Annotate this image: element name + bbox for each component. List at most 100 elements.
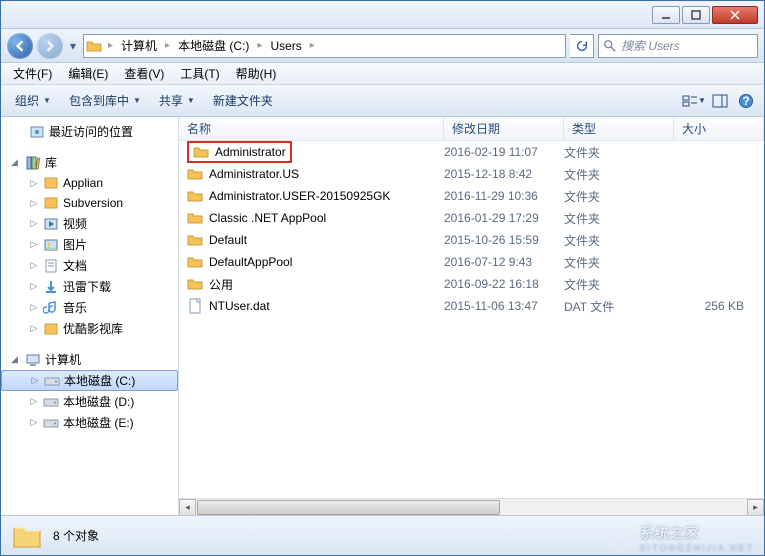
tree-library-item[interactable]: ▷图片: [1, 234, 178, 255]
menu-file[interactable]: 文件(F): [5, 63, 60, 84]
svg-text:?: ?: [742, 94, 749, 108]
collapse-icon[interactable]: ◢: [11, 354, 21, 365]
scroll-track[interactable]: [196, 499, 747, 516]
organize-button[interactable]: 组织▼: [7, 88, 59, 113]
file-row[interactable]: Administrator2016-02-19 11:07文件夹: [179, 141, 764, 163]
file-date: 2015-10-26 15:59: [444, 233, 564, 247]
file-name: 公用: [209, 276, 233, 293]
tree-label: 优酷影视库: [63, 320, 123, 337]
horizontal-scrollbar[interactable]: ◂ ▸: [179, 498, 764, 515]
menu-tools[interactable]: 工具(T): [172, 63, 227, 84]
tree-recent-places[interactable]: 最近访问的位置: [1, 121, 178, 142]
tree-drive-item[interactable]: ▷本地磁盘 (D:): [1, 391, 178, 412]
help-button[interactable]: ?: [734, 89, 758, 113]
tree-drive-item[interactable]: ▷本地磁盘 (C:): [1, 370, 178, 391]
file-size: 256 KB: [674, 299, 764, 313]
tree-library-item[interactable]: ▷ 文档: [1, 255, 178, 276]
drive-icon: [43, 415, 59, 431]
file-row[interactable]: DefaultAppPool2016-07-12 9:43文件夹: [179, 251, 764, 273]
scroll-left-button[interactable]: ◂: [179, 499, 196, 516]
tree-libraries[interactable]: ◢ 库: [1, 152, 178, 173]
tree-library-item[interactable]: ▷ 迅雷下载: [1, 276, 178, 297]
expand-icon[interactable]: ▷: [29, 396, 39, 407]
tree-library-item[interactable]: ▷音乐: [1, 297, 178, 318]
tree-library-item[interactable]: ▷视频: [1, 213, 178, 234]
folder-icon: [193, 144, 209, 160]
library-item-icon: [43, 175, 59, 191]
file-row[interactable]: NTUser.dat2015-11-06 13:47DAT 文件256 KB: [179, 295, 764, 317]
tree-drive-item[interactable]: ▷本地磁盘 (E:): [1, 412, 178, 433]
address-bar[interactable]: ▸ 计算机▸ 本地磁盘 (C:)▸ Users▸: [83, 34, 566, 58]
file-row[interactable]: Administrator.US2015-12-18 8:42文件夹: [179, 163, 764, 185]
navigation-bar: ▾ ▸ 计算机▸ 本地磁盘 (C:)▸ Users▸ 搜索 Users: [1, 29, 764, 63]
menu-edit[interactable]: 编辑(E): [60, 63, 116, 84]
column-size[interactable]: 大小: [674, 117, 764, 141]
command-bar: 组织▼ 包含到库中▼ 共享▼ 新建文件夹 ▼ ?: [1, 85, 764, 117]
close-button[interactable]: [712, 6, 758, 24]
expand-icon[interactable]: ▷: [30, 375, 40, 386]
file-date: 2015-11-06 13:47: [444, 299, 564, 313]
breadcrumb-computer[interactable]: 计算机: [115, 35, 163, 57]
file-row[interactable]: Administrator.USER-20150925GK2016-11-29 …: [179, 185, 764, 207]
expand-icon[interactable]: ▷: [29, 417, 39, 428]
status-count: 8 个对象: [53, 527, 99, 544]
expand-icon[interactable]: ▷: [29, 281, 39, 292]
file-row[interactable]: 公用2016-09-22 16:18文件夹: [179, 273, 764, 295]
tree-label: 最近访问的位置: [49, 123, 133, 140]
tree-label: 迅雷下载: [63, 278, 111, 295]
share-button[interactable]: 共享▼: [151, 88, 203, 113]
file-name: Classic .NET AppPool: [209, 211, 326, 225]
watermark-en: XITONGZHIJIA.NET: [640, 543, 754, 553]
expand-icon[interactable]: ▷: [29, 198, 39, 209]
column-date[interactable]: 修改日期: [444, 117, 564, 141]
expand-icon[interactable]: ▷: [29, 178, 39, 189]
library-item-icon: [43, 258, 59, 274]
column-type[interactable]: 类型: [564, 117, 674, 141]
include-in-library-button[interactable]: 包含到库中▼: [61, 88, 149, 113]
expand-icon[interactable]: ▷: [29, 218, 39, 229]
library-item-icon: [43, 216, 59, 232]
file-date: 2016-11-29 10:36: [444, 189, 564, 203]
search-box[interactable]: 搜索 Users: [598, 34, 758, 58]
library-item-icon: [43, 321, 59, 337]
nav-back-button[interactable]: [7, 33, 33, 59]
watermark-icon: [606, 524, 634, 552]
file-date: 2016-01-29 17:29: [444, 211, 564, 225]
column-name[interactable]: 名称: [179, 117, 444, 141]
tree-library-item[interactable]: ▷Subversion: [1, 193, 178, 213]
view-options-button[interactable]: ▼: [682, 89, 706, 113]
menu-help[interactable]: 帮助(H): [228, 63, 285, 84]
refresh-button[interactable]: [570, 34, 594, 58]
window-controls: [652, 6, 758, 24]
folder-icon: [187, 276, 203, 292]
file-row[interactable]: Classic .NET AppPool2016-01-29 17:29文件夹: [179, 207, 764, 229]
tree-computer[interactable]: ◢ 计算机: [1, 349, 178, 370]
file-date: 2016-02-19 11:07: [444, 145, 564, 159]
breadcrumb-users[interactable]: Users: [264, 35, 307, 57]
collapse-icon[interactable]: ◢: [11, 157, 21, 168]
menu-view[interactable]: 查看(V): [116, 63, 172, 84]
tree-label: 文档: [63, 257, 87, 274]
scroll-thumb[interactable]: [197, 500, 500, 515]
expand-icon[interactable]: ▷: [29, 323, 39, 334]
expand-icon[interactable]: ▷: [29, 260, 39, 271]
nav-forward-button[interactable]: [37, 33, 63, 59]
breadcrumb-drive-c[interactable]: 本地磁盘 (C:): [172, 35, 255, 57]
scroll-right-button[interactable]: ▸: [747, 499, 764, 516]
file-date: 2016-09-22 16:18: [444, 277, 564, 291]
file-icon: [187, 298, 203, 314]
preview-pane-button[interactable]: [708, 89, 732, 113]
maximize-button[interactable]: [682, 6, 710, 24]
minimize-button[interactable]: [652, 6, 680, 24]
tree-library-item[interactable]: ▷ 优酷影视库: [1, 318, 178, 339]
expand-icon[interactable]: ▷: [29, 239, 39, 250]
file-row[interactable]: Default2015-10-26 15:59文件夹: [179, 229, 764, 251]
nav-history-dropdown[interactable]: ▾: [67, 39, 79, 53]
new-folder-button[interactable]: 新建文件夹: [205, 88, 281, 113]
navigation-tree[interactable]: 最近访问的位置 ◢ 库 ▷Applian▷Subversion▷视频▷图片▷文档…: [1, 117, 179, 515]
file-type: 文件夹: [564, 232, 674, 249]
expand-icon[interactable]: ▷: [29, 302, 39, 313]
recent-icon: [29, 124, 45, 140]
tree-library-item[interactable]: ▷Applian: [1, 173, 178, 193]
file-list[interactable]: Administrator2016-02-19 11:07文件夹Administ…: [179, 141, 764, 498]
